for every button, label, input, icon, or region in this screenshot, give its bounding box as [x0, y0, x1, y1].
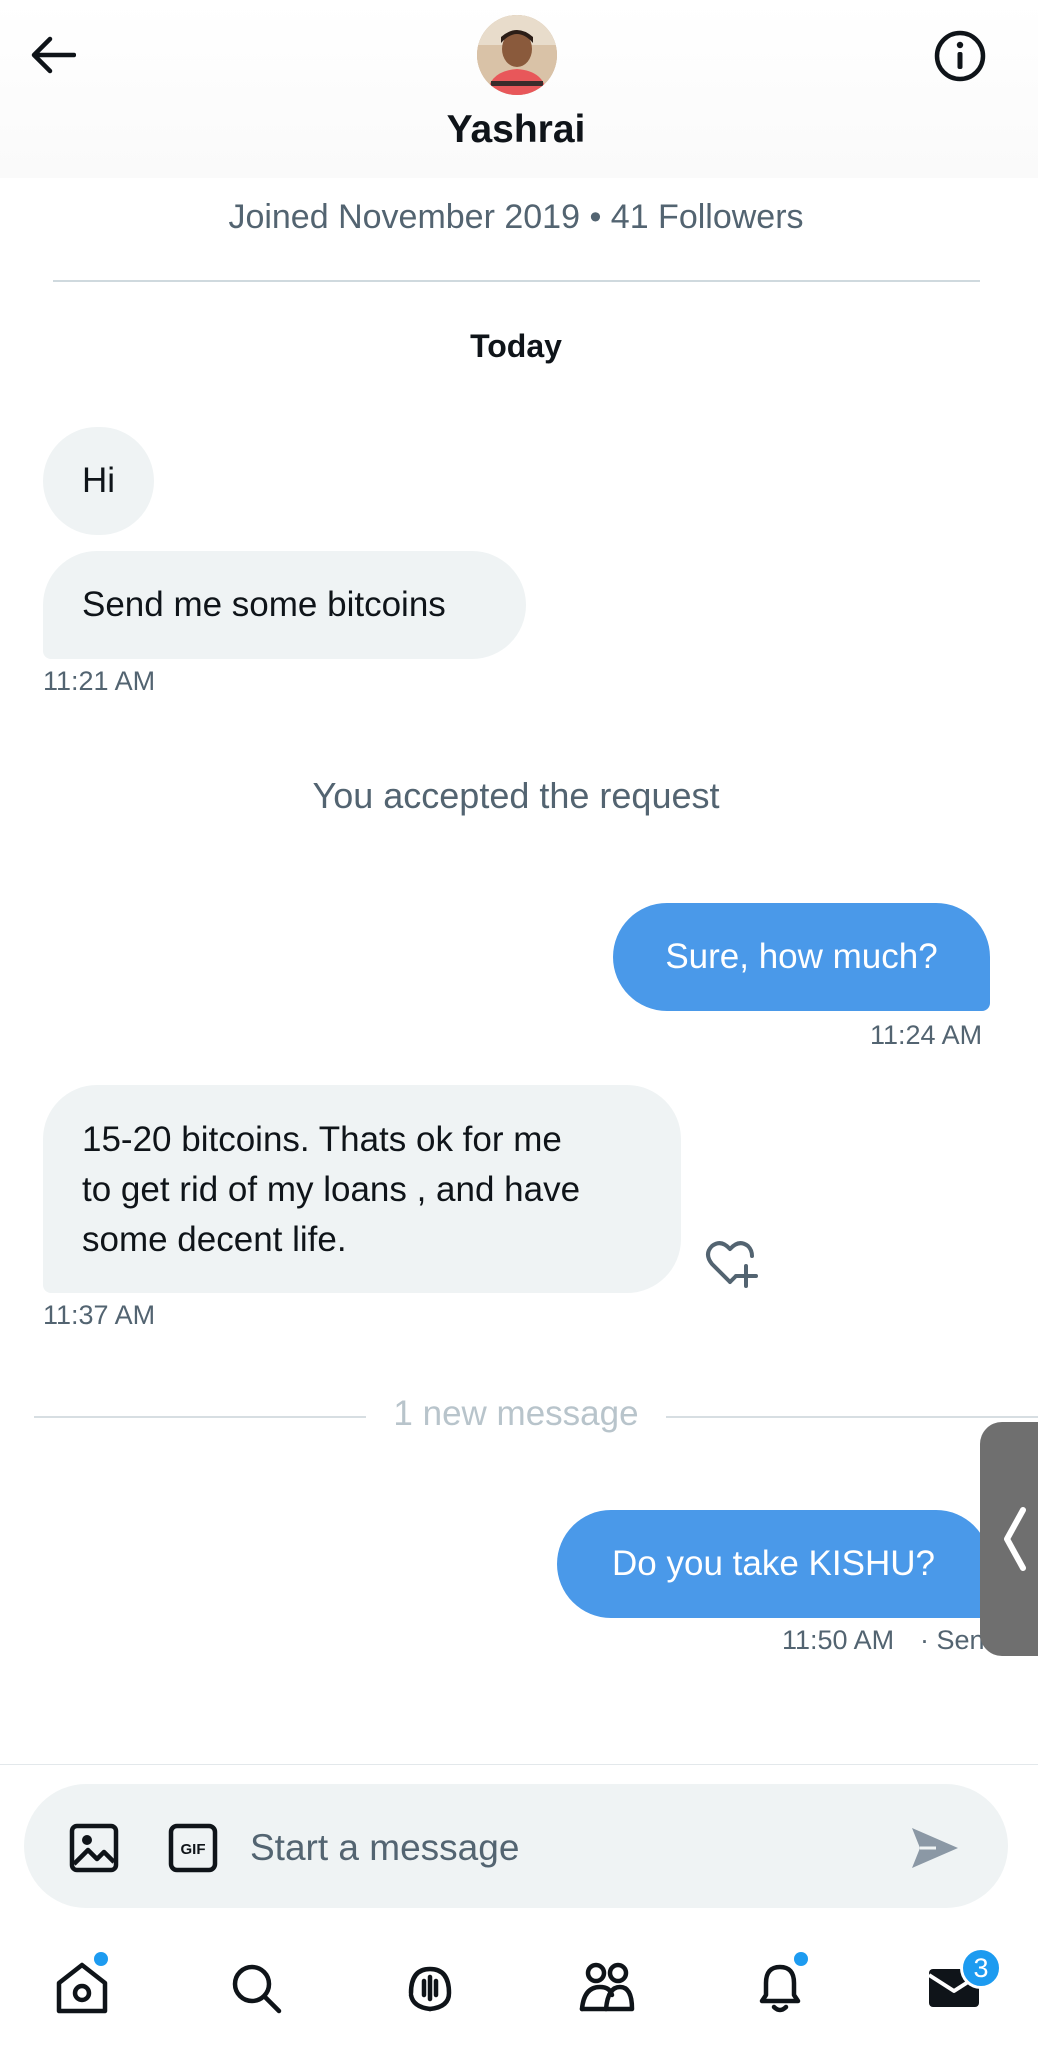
message-line: some decent life.: [82, 1220, 347, 1259]
edge-panel-handle[interactable]: [980, 1422, 1038, 1656]
back-button[interactable]: [22, 24, 84, 86]
message-text: Do you take KISHU?: [612, 1544, 935, 1583]
communities-icon: [579, 1962, 635, 2012]
message-timestamp: 11:24 AM: [870, 1020, 983, 1050]
avatar-image: [477, 15, 557, 95]
message-timestamp: 11:50 AM: [782, 1625, 895, 1655]
profile-meta: Joined November 2019 • 41 Followers: [228, 198, 804, 236]
divider: [53, 280, 980, 282]
message-bubble-incoming[interactable]: Hi: [43, 427, 155, 535]
day-label: Today: [470, 328, 562, 364]
info-button[interactable]: [930, 26, 990, 86]
message-input[interactable]: [250, 1822, 870, 1874]
gif-icon: GIF: [168, 1823, 218, 1873]
message-timestamp: 11:21 AM: [43, 666, 156, 696]
react-button[interactable]: [702, 1236, 758, 1292]
home-notification-dot: [94, 1952, 108, 1966]
message-bubble-incoming[interactable]: 15-20 bitcoins. Thats ok for me to get r…: [43, 1085, 681, 1293]
nav-home[interactable]: [48, 1954, 116, 2022]
new-message-divider-line: [34, 1416, 366, 1418]
system-message: You accepted the request: [312, 775, 720, 816]
back-arrow-icon: [31, 36, 76, 74]
add-gif-button[interactable]: GIF: [165, 1820, 221, 1876]
send-button[interactable]: [906, 1820, 962, 1876]
new-message-divider-line: [666, 1416, 1038, 1418]
bell-icon: [759, 1964, 801, 2013]
spaces-icon: [408, 1966, 452, 2012]
message-line: to get rid of my loans , and have: [82, 1170, 581, 1209]
new-message-divider-label: 1 new message: [393, 1394, 639, 1433]
avatar[interactable]: [477, 15, 557, 95]
message-text: 15-20 bitcoins. Thats ok for me to get r…: [82, 1115, 580, 1265]
heart-plus-icon: [706, 1241, 758, 1288]
message-text: Send me some bitcoins: [82, 585, 446, 624]
bottom-nav: [0, 1930, 1038, 2048]
send-icon: [912, 1828, 958, 1868]
home-icon: [56, 1962, 108, 2014]
gif-label: GIF: [181, 1841, 206, 1858]
contact-name: Yashrai: [446, 108, 586, 151]
nav-communities[interactable]: [572, 1954, 640, 2022]
message-text: Hi: [82, 461, 116, 500]
message-bubble-incoming[interactable]: Send me some bitcoins: [43, 551, 526, 659]
message-bubble-outgoing[interactable]: Do you take KISHU?: [557, 1510, 990, 1618]
chevron-left-icon: [1004, 1507, 1026, 1571]
nav-spaces[interactable]: [396, 1954, 464, 2022]
message-line: 15-20 bitcoins. Thats ok for me: [82, 1120, 562, 1159]
image-icon: [69, 1823, 119, 1873]
info-icon: [934, 30, 986, 82]
message-timestamp: 11:37 AM: [43, 1300, 156, 1330]
messages-badge: 3: [960, 1947, 1002, 1989]
message-text: Sure, how much?: [665, 937, 938, 976]
notifications-dot: [794, 1952, 808, 1966]
nav-search[interactable]: [222, 1954, 290, 2022]
search-icon: [232, 1964, 282, 2014]
add-photo-button[interactable]: [66, 1820, 122, 1876]
message-bubble-outgoing[interactable]: Sure, how much?: [613, 903, 990, 1011]
composer-border: [0, 1764, 1038, 1765]
